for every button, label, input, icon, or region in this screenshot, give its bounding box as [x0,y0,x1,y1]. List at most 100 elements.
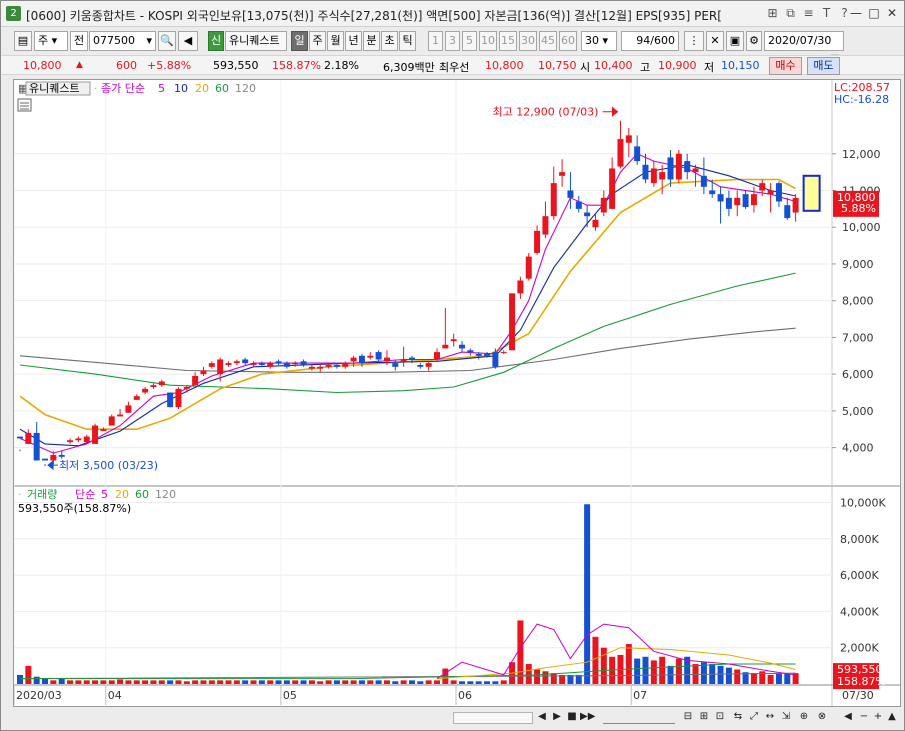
indicator-icon[interactable]: ✕ [706,31,724,51]
tool-icon-3[interactable]: ⊡ [713,710,727,725]
scroll-prev-icon[interactable]: ◀ [841,710,855,725]
candle-body [250,363,257,365]
volume-bar [450,680,457,684]
period-button[interactable]: 초 [381,31,398,51]
count-input[interactable]: 94/600 [621,31,679,51]
price-tick-label: 8,000 [842,295,874,308]
interval-button[interactable]: 60 [559,31,577,51]
candle-body [233,361,240,364]
moving-average-lines [19,153,796,454]
volume-ma5-line [436,623,796,680]
up-arrow-icon: ▲ [76,60,83,70]
interval-button[interactable]: 1 [428,31,443,51]
scroll-left-icon[interactable]: ◀ [535,710,549,725]
volume-bar [192,680,199,684]
ma10-legend: 10 [174,82,188,95]
market-select[interactable]: 전 [70,31,88,51]
play-icon[interactable]: ▶ [550,710,564,725]
volume-bar [584,504,591,684]
volume-bar [33,676,40,684]
interval-button[interactable]: 15 [499,31,517,51]
stock-code-input[interactable]: 077500 ▾ [89,31,156,51]
fast-forward-icon[interactable]: ▶▶ [580,710,595,725]
chevron-down-icon[interactable]: ▾ [146,32,152,50]
maximize-icon[interactable]: □ [866,6,882,22]
period-button[interactable]: 주 [309,31,326,51]
period-button[interactable]: 일 [291,31,308,51]
date-input[interactable]: 2020/07/30▦ [764,31,844,65]
save-icon[interactable]: ▣ [726,31,744,51]
volume-bar [500,680,507,684]
tool-icon-6[interactable]: ↔ [763,710,777,725]
tool-icon-4[interactable]: ⇆ [731,710,745,725]
tool-icon-9[interactable]: ⊗ [815,710,829,725]
x-tick-label: 04 [108,689,122,702]
ma60-legend: 60 [215,82,229,95]
candle-body [509,293,516,351]
interval-button[interactable]: 30 [519,31,537,51]
interval-select[interactable]: 30 ▾ [581,31,617,51]
font-icon[interactable]: T [819,6,834,21]
chart-area[interactable]: 4,0005,0006,0007,0008,0009,00010,00011,0… [13,79,901,707]
search-icon[interactable]: 🔍 [158,31,176,51]
tool-icon-7[interactable]: ⇲ [779,710,793,725]
candle-body [642,164,649,180]
tool-icon-5[interactable]: ⤢ [747,710,761,725]
screen-number-badge[interactable]: 2 [6,6,21,21]
interval-button[interactable]: 10 [479,31,497,51]
volume-value-label: 593,550주(158.87%) [18,502,131,515]
gear-icon[interactable]: ⚙ [746,31,762,51]
volume-bar [642,656,649,684]
tool-icon-8[interactable]: ⊕ [797,710,811,725]
period-button[interactable]: 분 [363,31,380,51]
scroll-next-icon[interactable]: ▲ [885,710,899,725]
candle-body [442,344,449,349]
candle-body [142,388,149,393]
candle-body [358,355,365,364]
candle-body [150,385,157,388]
volume-bar [267,680,274,684]
candle-type-icon[interactable]: ⋮ [684,31,704,51]
scroll-track[interactable] [453,712,533,724]
candle-body [350,357,357,362]
interval-button[interactable]: 45 [539,31,557,51]
minimize-icon[interactable]: — [848,6,864,22]
buy-button[interactable]: 매수 [769,57,802,75]
volume-bar [308,680,315,684]
tool-icon-1[interactable]: ⊟ [681,710,695,725]
candle-body [700,175,707,187]
candle-body [692,168,699,173]
candle-body [242,359,249,364]
layout-icon[interactable]: ⊞ [765,6,780,21]
candle-body [767,190,774,195]
price-tick-label: 7,000 [842,331,874,344]
sell-button[interactable]: 매도 [807,57,840,75]
period-type-select[interactable]: 주 ▾ [34,31,68,51]
settings-icon[interactable]: ≡ [801,6,816,21]
candle-body [175,388,182,408]
volume-bars [17,504,799,684]
sound-icon[interactable]: ◀ [178,31,198,51]
zoom-slider[interactable] [603,712,675,724]
period-button[interactable]: 월 [327,31,344,51]
period-button[interactable]: 틱 [399,31,416,51]
candle-body [83,436,90,443]
volume-bar [225,680,232,684]
copy-icon[interactable]: ⧉ [783,6,798,21]
close-icon[interactable]: ✕ [884,6,900,22]
toolbar-grid-icon[interactable]: ▤ [14,31,32,51]
candle-body [375,352,382,360]
high-label: 고 [640,61,651,74]
period-button[interactable]: 년 [345,31,362,51]
high-annotation: 최고 12,900 (07/03) [492,106,598,119]
chart-svg[interactable]: 4,0005,0006,0007,0008,0009,00010,00011,0… [13,80,900,706]
interval-button[interactable]: 5 [462,31,477,51]
volume-label: 거래량 [27,488,57,501]
volume-bar [375,680,382,684]
tool-icon-2[interactable]: ⊞ [697,710,711,725]
zoom-in-icon[interactable]: + [871,710,885,725]
zoom-out-icon[interactable]: − [857,710,871,725]
interval-button[interactable]: 3 [445,31,460,51]
candle-body [408,357,415,360]
stop-icon[interactable]: ■ [565,710,579,725]
